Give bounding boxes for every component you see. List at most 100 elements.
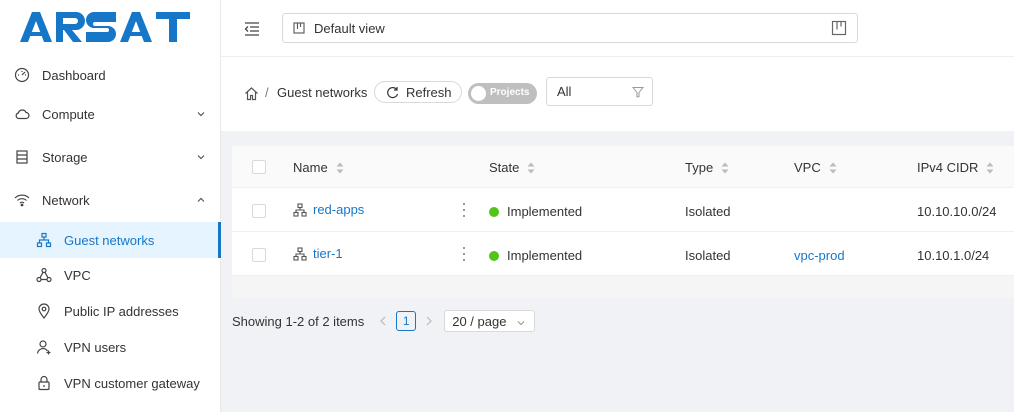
sidebar-item-label: Compute: [42, 106, 95, 122]
sidebar-item-label: Dashboard: [42, 67, 106, 83]
sidebar-item-dashboard[interactable]: Dashboard: [0, 57, 221, 93]
sidebar-item-label: Guest networks: [64, 232, 155, 248]
state-text: Implemented: [507, 248, 583, 263]
column-header-vpc[interactable]: VPC: [794, 160, 837, 175]
sort-icon: [721, 162, 729, 174]
lock-icon: [34, 373, 54, 393]
column-label: Type: [685, 160, 714, 175]
chevron-down-icon: [516, 316, 526, 326]
dashboard-icon: [12, 65, 32, 85]
menu-fold-icon[interactable]: [241, 18, 263, 40]
row-checkbox[interactable]: [252, 248, 266, 262]
sidebar-item-storage[interactable]: Storage: [0, 139, 221, 175]
breadcrumb-separator: /: [265, 85, 269, 100]
breadcrumb-current: Guest networks: [277, 85, 368, 100]
state-text: Implemented: [507, 204, 583, 219]
view-selector-value: Default view: [314, 20, 385, 36]
network-tree-icon: [293, 202, 307, 217]
state-cell: Implemented: [489, 248, 582, 263]
refresh-icon: [386, 86, 399, 99]
layout-icon[interactable]: [831, 20, 847, 36]
network-name-link[interactable]: red-apps: [313, 202, 364, 217]
cloud-icon: [12, 104, 32, 124]
chevron-down-icon: [195, 151, 207, 163]
refresh-button[interactable]: Refresh: [374, 81, 462, 103]
home-icon[interactable]: [243, 85, 259, 101]
row-checkbox[interactable]: [252, 204, 266, 218]
toggle-knob: [471, 86, 486, 101]
select-all-checkbox[interactable]: [252, 160, 266, 174]
sidebar-item-vpc[interactable]: VPC: [0, 257, 221, 293]
storage-icon: [12, 147, 32, 167]
sidebar-item-vpn-users[interactable]: VPN users: [0, 329, 221, 365]
table-row: red-apps Implemented Isolated 10.10.10.0…: [232, 188, 1014, 232]
sidebar-item-label: VPN customer gateway: [64, 375, 200, 391]
sidebar-item-compute[interactable]: Compute: [0, 96, 221, 132]
sort-icon: [336, 162, 344, 174]
type-cell: Isolated: [685, 204, 731, 219]
network-tree-icon: [34, 230, 54, 250]
wifi-icon: [12, 190, 32, 210]
chevron-down-icon: [195, 108, 207, 120]
page-number-button[interactable]: 1: [396, 311, 417, 331]
network-name-link[interactable]: tier-1: [313, 246, 343, 261]
more-actions-icon[interactable]: [462, 203, 466, 217]
arsat-logo[interactable]: [20, 10, 192, 44]
filter-value: All: [557, 84, 572, 99]
column-label: State: [489, 160, 520, 175]
column-header-state[interactable]: State: [489, 160, 535, 175]
sidebar-item-guest-networks[interactable]: Guest networks: [0, 222, 221, 258]
sort-icon: [527, 162, 535, 174]
projects-toggle[interactable]: Projects: [468, 83, 537, 104]
sidebar-item-network[interactable]: Network: [0, 182, 221, 218]
chevron-right-icon[interactable]: [422, 314, 436, 328]
column-header-name[interactable]: Name: [293, 160, 344, 175]
user-icon: [34, 337, 54, 357]
sort-icon: [829, 162, 837, 174]
cidr-cell: 10.10.1.0/24: [917, 248, 990, 263]
status-dot: [489, 206, 499, 217]
status-dot: [489, 250, 499, 261]
sidebar-item-label: Storage: [42, 149, 88, 165]
network-name-cell: tier-1: [293, 246, 343, 261]
filter-select[interactable]: All: [546, 77, 653, 106]
column-label: VPC: [794, 160, 821, 175]
table-header: Name State Type VPC IPv4 CIDR: [232, 146, 1014, 188]
pagination-total: Showing 1-2 of 2 items: [232, 313, 365, 329]
more-actions-icon[interactable]: [462, 247, 466, 261]
cidr-cell: 10.10.10.0/24: [917, 204, 997, 219]
page-size-select[interactable]: 20 / page: [444, 310, 536, 332]
table-row: tier-1 Implemented Isolated vpc-prod 10.…: [232, 232, 1014, 276]
layout-icon: [293, 22, 305, 34]
column-header-type[interactable]: Type: [685, 160, 729, 175]
table-footer-scroll-area: [232, 276, 1014, 298]
top-header: Default view: [221, 0, 1014, 57]
sidebar-item-label: VPC: [64, 267, 91, 283]
sidebar: Dashboard Compute Storage Network Guest …: [0, 0, 221, 412]
network-tree-icon: [293, 246, 307, 261]
state-cell: Implemented: [489, 204, 582, 219]
column-label: IPv4 CIDR: [917, 160, 979, 175]
sidebar-item-label: Network: [42, 192, 90, 208]
sidebar-item-label: Public IP addresses: [64, 303, 179, 319]
sort-icon: [986, 162, 994, 174]
chevron-up-icon: [195, 194, 207, 206]
refresh-label: Refresh: [406, 84, 452, 100]
vpc-link[interactable]: vpc-prod: [794, 248, 845, 263]
view-selector[interactable]: Default view: [282, 13, 858, 43]
vpc-icon: [34, 265, 54, 285]
sidebar-item-public-ip-addresses[interactable]: Public IP addresses: [0, 293, 221, 329]
sidebar-item-vpn-customer-gateway[interactable]: VPN customer gateway: [0, 365, 221, 401]
filter-icon: [631, 86, 645, 98]
column-header-ipv4-cidr[interactable]: IPv4 CIDR: [917, 160, 994, 175]
sidebar-item-label: VPN users: [64, 339, 127, 355]
location-pin-icon: [34, 301, 54, 321]
pagination: Showing 1-2 of 2 items 1 20 / page: [232, 310, 536, 332]
type-cell: Isolated: [685, 248, 731, 263]
breadcrumb-toolbar: / Guest networks Refresh Projects All: [221, 57, 1014, 131]
column-label: Name: [293, 160, 328, 175]
projects-toggle-label: Projects: [490, 87, 530, 98]
network-name-cell: red-apps: [293, 202, 364, 217]
chevron-left-icon[interactable]: [376, 314, 390, 328]
page-size-value: 20 / page: [452, 313, 507, 329]
